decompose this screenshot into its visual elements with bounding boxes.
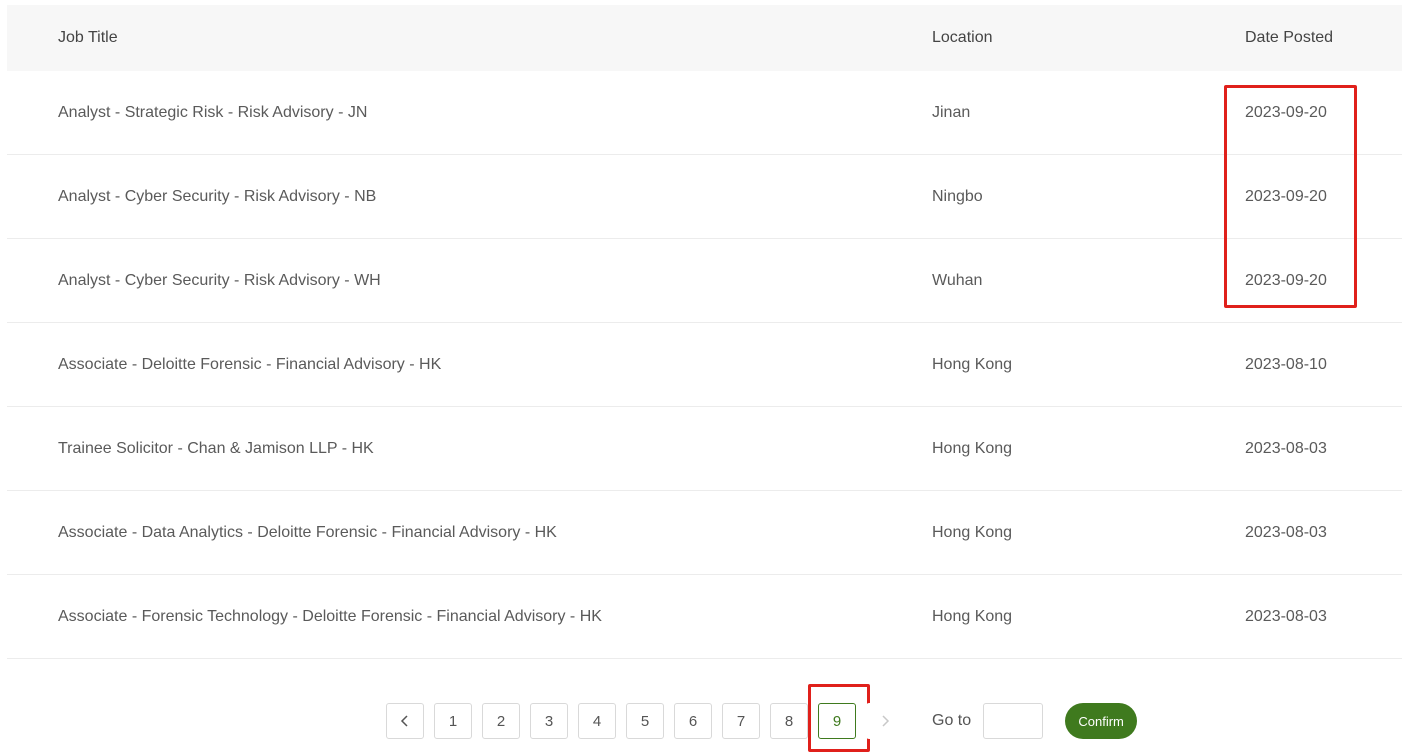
table-row[interactable]: Analyst - Cyber Security - Risk Advisory…: [7, 239, 1402, 323]
job-date: 2023-08-03: [1245, 607, 1327, 625]
table-row[interactable]: Trainee Solicitor - Chan & Jamison LLP -…: [7, 407, 1402, 491]
job-location: Jinan: [932, 103, 971, 121]
confirm-button[interactable]: Confirm: [1065, 703, 1138, 739]
table-row[interactable]: Analyst - Strategic Risk - Risk Advisory…: [7, 71, 1402, 155]
page-button-2[interactable]: 2: [482, 703, 520, 739]
job-location: Wuhan: [932, 271, 983, 289]
table-row[interactable]: Analyst - Cyber Security - Risk Advisory…: [7, 155, 1402, 239]
job-title-link[interactable]: Associate - Deloitte Forensic - Financia…: [58, 356, 441, 374]
page-button-7[interactable]: 7: [722, 703, 760, 739]
page-button-9-current[interactable]: 9: [818, 703, 856, 739]
job-location: Hong Kong: [932, 523, 1013, 541]
job-date: 2023-09-20: [1245, 187, 1327, 205]
pagination: 1 2 3 4 5 6 7 8 9 Go to Confirm: [386, 702, 1138, 740]
table-row[interactable]: Associate - Forensic Technology - Deloit…: [7, 575, 1402, 659]
job-title-link[interactable]: Associate - Data Analytics - Deloitte Fo…: [58, 524, 557, 542]
job-location: Hong Kong: [932, 355, 1013, 373]
job-title-link[interactable]: Trainee Solicitor - Chan & Jamison LLP -…: [58, 440, 374, 458]
chevron-right-icon: [882, 715, 890, 727]
job-location: Hong Kong: [932, 607, 1013, 625]
page-button-4[interactable]: 4: [578, 703, 616, 739]
goto-page-input[interactable]: [983, 703, 1044, 739]
job-date: 2023-08-03: [1245, 523, 1327, 541]
goto-label: Go to: [932, 712, 972, 729]
page-button-8[interactable]: 8: [770, 703, 808, 739]
job-date: 2023-09-20: [1245, 271, 1327, 289]
prev-page-button[interactable]: [386, 703, 424, 739]
job-date: 2023-09-20: [1245, 103, 1327, 121]
job-title-link[interactable]: Analyst - Cyber Security - Risk Advisory…: [58, 272, 381, 290]
jobs-table: Job Title Location Date Posted Analyst -…: [7, 5, 1402, 659]
page-button-6[interactable]: 6: [674, 703, 712, 739]
job-date: 2023-08-10: [1245, 355, 1327, 373]
job-title-link[interactable]: Analyst - Strategic Risk - Risk Advisory…: [58, 104, 367, 122]
page-button-5[interactable]: 5: [626, 703, 664, 739]
page-button-3[interactable]: 3: [530, 703, 568, 739]
header-date-posted: Date Posted: [1245, 29, 1334, 46]
job-date: 2023-08-03: [1245, 439, 1327, 457]
table-row[interactable]: Associate - Data Analytics - Deloitte Fo…: [7, 491, 1402, 575]
chevron-left-icon: [400, 715, 408, 727]
next-page-button[interactable]: [866, 703, 904, 739]
table-row[interactable]: Associate - Deloitte Forensic - Financia…: [7, 323, 1402, 407]
job-title-link[interactable]: Analyst - Cyber Security - Risk Advisory…: [58, 188, 376, 206]
header-job-title: Job Title: [58, 29, 118, 46]
header-location: Location: [932, 29, 993, 46]
page-button-1[interactable]: 1: [434, 703, 472, 739]
job-title-link[interactable]: Associate - Forensic Technology - Deloit…: [58, 608, 602, 626]
job-location: Hong Kong: [932, 439, 1013, 457]
table-header: Job Title Location Date Posted: [7, 5, 1402, 71]
job-location: Ningbo: [932, 187, 983, 205]
